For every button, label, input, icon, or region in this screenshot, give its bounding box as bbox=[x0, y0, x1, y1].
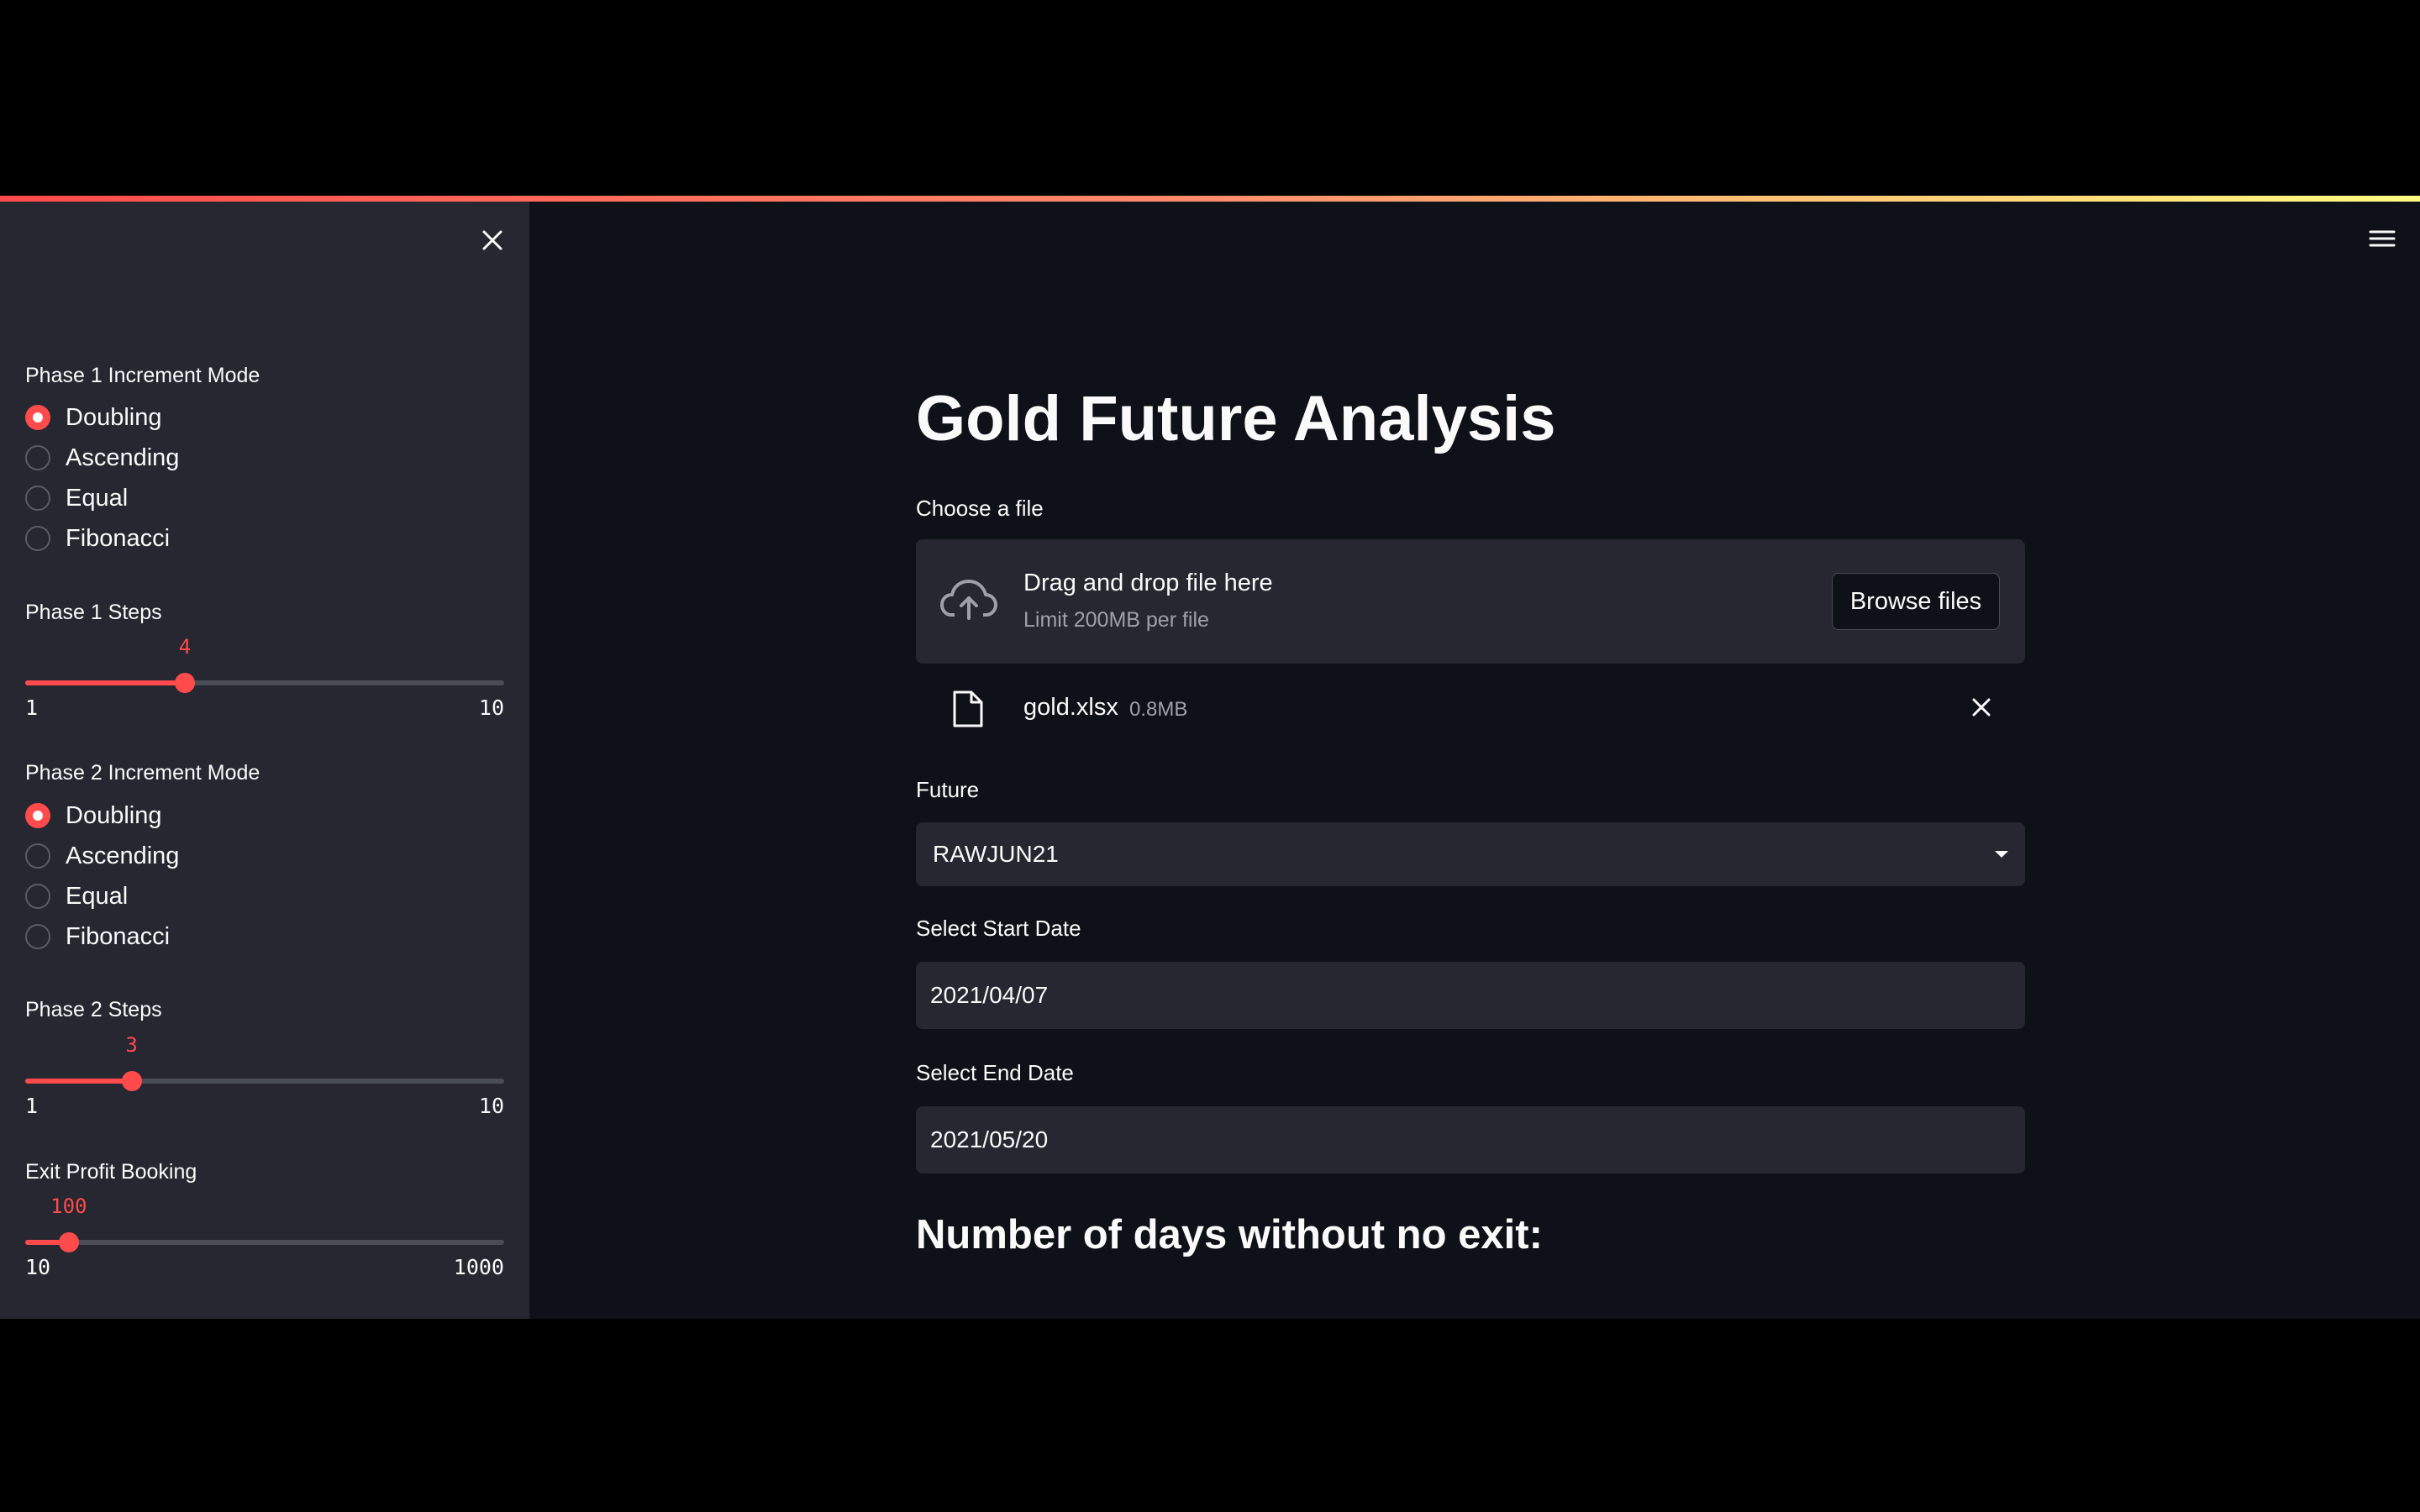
phase1-steps-max: 10 bbox=[478, 696, 504, 720]
file-uploader-label: Choose a file bbox=[916, 496, 1044, 521]
exit-profit-slider[interactable]: 100 bbox=[25, 1194, 504, 1258]
phase2-steps-slider[interactable]: 3 bbox=[25, 1033, 504, 1097]
radio-dot bbox=[25, 884, 50, 909]
end-date-label: Select End Date bbox=[916, 1060, 1074, 1085]
radio-label: Fibonacci bbox=[66, 524, 171, 552]
remove-file-button[interactable] bbox=[1968, 694, 1995, 721]
end-date-input[interactable] bbox=[916, 1106, 2025, 1173]
radio-label: Equal bbox=[66, 882, 129, 910]
exit-profit-min: 10 bbox=[25, 1255, 51, 1279]
phase1-steps-slider[interactable]: 4 bbox=[25, 635, 504, 699]
radio-label: Ascending bbox=[66, 444, 180, 471]
radio-dot bbox=[25, 526, 50, 551]
sidebar-close-button[interactable] bbox=[477, 225, 508, 255]
slider-thumb[interactable] bbox=[121, 1071, 142, 1091]
uploaded-file-name: gold.xlsx bbox=[1023, 694, 1118, 721]
future-label: Future bbox=[916, 777, 980, 802]
days-without-exit-heading: Number of days without no exit: bbox=[916, 1212, 1543, 1257]
dropzone-limit: Limit 200MB per file bbox=[1023, 608, 1209, 632]
exit-profit-label: Exit Profit Booking bbox=[25, 1160, 197, 1184]
browse-files-button[interactable]: Browse files bbox=[1832, 573, 2000, 630]
future-selected-value: RAWJUN21 bbox=[933, 841, 1059, 867]
phase2-radio-equal[interactable]: Equal bbox=[25, 879, 128, 913]
slider-thumb[interactable] bbox=[175, 673, 195, 693]
phase2-steps-label: Phase 2 Steps bbox=[25, 998, 162, 1021]
slider-value: 100 bbox=[50, 1194, 87, 1218]
phase1-radio-fibonacci[interactable]: Fibonacci bbox=[25, 522, 170, 555]
phase1-radio-ascending[interactable]: Ascending bbox=[25, 441, 179, 475]
phase1-radio-equal[interactable]: Equal bbox=[25, 481, 128, 515]
phase2-steps-max: 10 bbox=[478, 1094, 504, 1118]
radio-dot bbox=[25, 924, 50, 949]
radio-label: Fibonacci bbox=[66, 922, 171, 950]
chevron-down-icon bbox=[1995, 851, 2008, 858]
slider-fill bbox=[25, 1079, 132, 1084]
page-title: Gold Future Analysis bbox=[916, 383, 1556, 454]
radio-dot bbox=[25, 486, 50, 511]
file-dropzone[interactable]: Drag and drop file here Limit 200MB per … bbox=[916, 539, 2025, 664]
future-select[interactable]: RAWJUN21 bbox=[916, 822, 2025, 886]
uploaded-file-size: 0.8MB bbox=[1129, 698, 1188, 721]
cloud-upload-icon bbox=[940, 580, 997, 620]
phase1-radio-doubling[interactable]: Doubling bbox=[25, 401, 161, 434]
phase1-steps-min: 1 bbox=[25, 696, 39, 720]
radio-dot bbox=[25, 843, 50, 869]
radio-label: Ascending bbox=[66, 842, 180, 869]
close-icon bbox=[1972, 698, 1991, 717]
dropzone-instructions: Drag and drop file here bbox=[1023, 570, 1273, 596]
hamburger-menu-icon bbox=[2369, 230, 2396, 247]
start-date-input[interactable] bbox=[916, 962, 2025, 1029]
radio-label: Equal bbox=[66, 484, 129, 512]
uploaded-file-row: gold.xlsx 0.8MB bbox=[916, 682, 2025, 736]
close-icon bbox=[482, 230, 502, 250]
slider-value: 4 bbox=[178, 635, 192, 659]
radio-label: Doubling bbox=[66, 403, 162, 431]
sidebar: Phase 1 Increment Mode Doubling Ascendin… bbox=[0, 202, 529, 1319]
slider-track bbox=[25, 1240, 504, 1245]
file-icon bbox=[953, 690, 983, 727]
radio-dot bbox=[25, 803, 50, 828]
phase2-steps-min: 1 bbox=[25, 1094, 39, 1118]
phase1-steps-label: Phase 1 Steps bbox=[25, 601, 162, 624]
phase2-radio-doubling[interactable]: Doubling bbox=[25, 799, 161, 832]
main-menu-button[interactable] bbox=[2368, 226, 2396, 251]
exit-profit-max: 1000 bbox=[453, 1255, 504, 1279]
radio-dot bbox=[25, 405, 50, 430]
header-decoration-bar bbox=[0, 196, 2420, 202]
radio-label: Doubling bbox=[66, 801, 162, 829]
phase2-radio-fibonacci[interactable]: Fibonacci bbox=[25, 920, 170, 953]
slider-thumb[interactable] bbox=[58, 1232, 79, 1252]
radio-dot bbox=[25, 445, 50, 470]
slider-value: 3 bbox=[125, 1033, 138, 1057]
phase2-radio-ascending[interactable]: Ascending bbox=[25, 839, 179, 873]
phase2-mode-label: Phase 2 Increment Mode bbox=[25, 761, 260, 785]
start-date-label: Select Start Date bbox=[916, 916, 1081, 941]
slider-fill bbox=[25, 680, 185, 685]
phase1-mode-label: Phase 1 Increment Mode bbox=[25, 364, 260, 387]
